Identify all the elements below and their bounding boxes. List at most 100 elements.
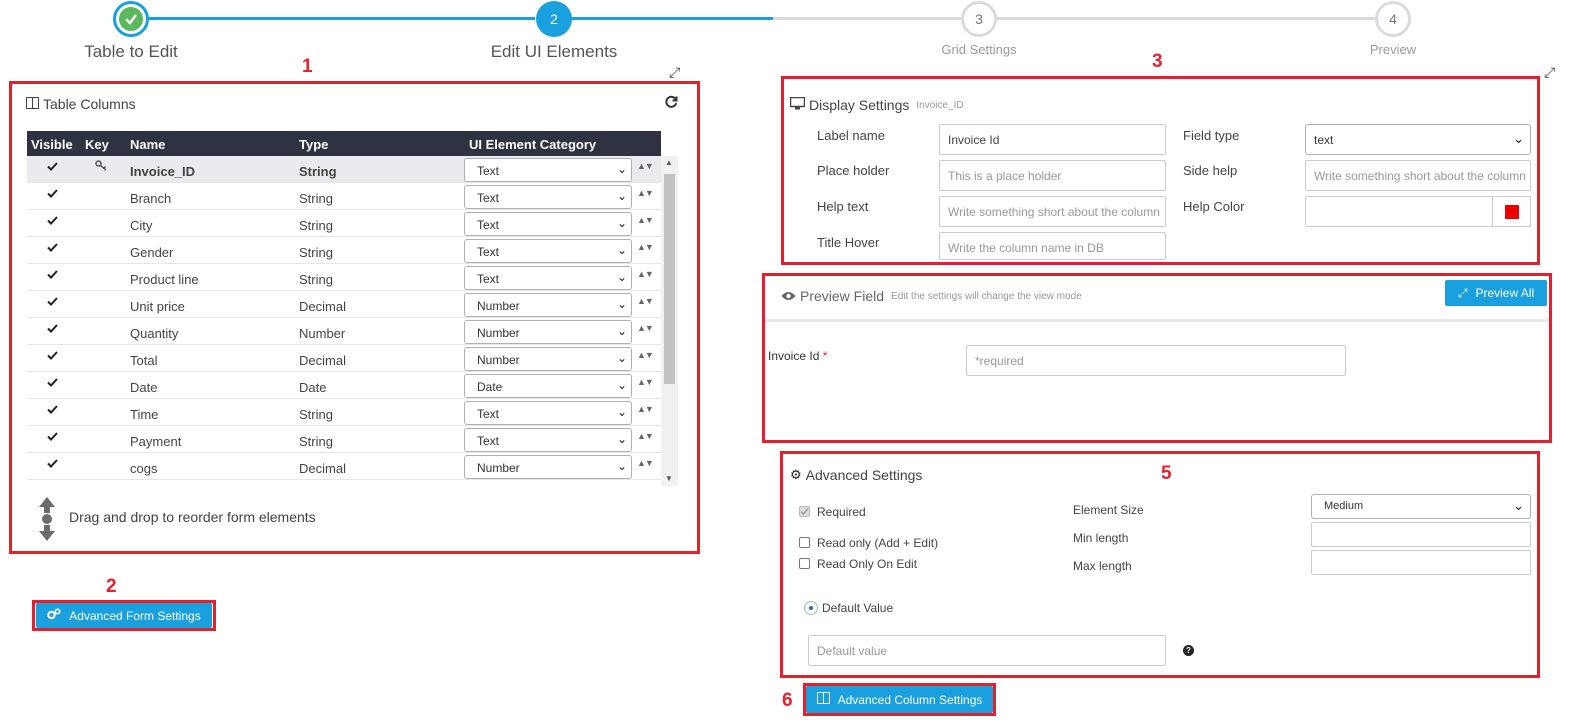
sort-arrows-icon[interactable]: ▲▼ [637, 431, 654, 441]
table-row[interactable]: Time String Text ⌄ ▲▼ [27, 399, 661, 426]
table-row[interactable]: Gender String Text ⌄ ▲▼ [27, 237, 661, 264]
ui-element-select[interactable]: Text ⌄ [464, 185, 632, 209]
step-connector [148, 17, 535, 20]
visible-check-icon[interactable] [47, 429, 58, 444]
min-length-input[interactable] [1311, 522, 1531, 547]
sort-arrows-icon[interactable]: ▲▼ [637, 296, 654, 306]
sort-arrows-icon[interactable]: ▲▼ [637, 188, 654, 198]
table-row[interactable]: cogs Decimal Number ⌄ ▲▼ [27, 453, 661, 480]
ui-element-select[interactable]: Date ⌄ [464, 374, 632, 398]
table-scrollbar[interactable]: ▲ ▼ [661, 156, 678, 486]
step-2-label[interactable]: Edit UI Elements [491, 42, 618, 62]
sort-arrows-icon[interactable]: ▲▼ [637, 215, 654, 225]
header-key[interactable]: Key [85, 137, 109, 152]
title-hover-label: Title Hover [817, 235, 880, 250]
sort-arrows-icon[interactable]: ▲▼ [637, 161, 654, 171]
ui-element-select[interactable]: Number ⌄ [464, 347, 632, 371]
header-ui-element-category[interactable]: UI Element Category [469, 137, 596, 152]
column-name: Date [130, 380, 158, 395]
scroll-down-icon[interactable]: ▼ [665, 474, 673, 483]
ui-element-select[interactable]: Text ⌄ [464, 212, 632, 236]
visible-check-icon[interactable] [47, 159, 58, 174]
ui-element-select[interactable]: Text ⌄ [464, 158, 632, 182]
ui-element-select[interactable]: Text ⌄ [464, 266, 632, 290]
field-type-select[interactable]: text ⌄ [1305, 124, 1531, 155]
step-4-label[interactable]: Preview [1370, 42, 1416, 57]
table-row[interactable]: Invoice_ID String Text ⌄ ▲▼ [27, 156, 661, 183]
table-row[interactable]: Total Decimal Number ⌄ ▲▼ [27, 345, 661, 372]
max-length-input[interactable] [1311, 550, 1531, 575]
step-1-label[interactable]: Table to Edit [84, 42, 178, 62]
visible-check-icon[interactable] [47, 240, 58, 255]
visible-check-icon[interactable] [47, 402, 58, 417]
default-value-radio[interactable] [804, 601, 818, 615]
help-text-input[interactable]: Write something short about the column [939, 196, 1166, 227]
visible-check-icon[interactable] [47, 348, 58, 363]
ui-element-select[interactable]: Text ⌄ [464, 239, 632, 263]
table-row[interactable]: Date Date Date ⌄ ▲▼ [27, 372, 661, 399]
ui-element-select[interactable]: Number ⌄ [464, 320, 632, 344]
sort-arrows-icon[interactable]: ▲▼ [637, 323, 654, 333]
visible-check-icon[interactable] [47, 186, 58, 201]
ui-element-select[interactable]: Text ⌄ [464, 401, 632, 425]
table-row[interactable]: Branch String Text ⌄ ▲▼ [27, 183, 661, 210]
advanced-form-settings-button[interactable]: Advanced Form Settings [36, 603, 212, 628]
header-type[interactable]: Type [299, 137, 328, 152]
advanced-column-settings-button[interactable]: Advanced Column Settings [806, 686, 993, 713]
refresh-icon[interactable] [664, 95, 678, 114]
visible-check-icon[interactable] [47, 321, 58, 336]
sort-arrows-icon[interactable]: ▲▼ [637, 377, 654, 387]
preview-field-header: Preview Field Edit the settings will cha… [781, 288, 1082, 304]
help-question-icon[interactable]: ? [1183, 645, 1194, 656]
table-row[interactable]: Product line String Text ⌄ ▲▼ [27, 264, 661, 291]
required-checkbox[interactable] [799, 506, 810, 517]
help-color-input[interactable] [1305, 196, 1493, 227]
ui-element-select[interactable]: Text ⌄ [464, 428, 632, 452]
step-4-circle[interactable]: 4 [1375, 1, 1411, 37]
step-1-circle[interactable] [113, 1, 149, 37]
key-icon[interactable] [95, 159, 108, 174]
element-size-select[interactable]: Medium ⌄ [1311, 494, 1531, 519]
header-name[interactable]: Name [130, 137, 165, 152]
sort-arrows-icon[interactable]: ▲▼ [637, 350, 654, 360]
side-help-input[interactable]: Write something short about the column [1305, 160, 1531, 191]
sort-arrows-icon[interactable]: ▲▼ [637, 269, 654, 279]
column-name: Invoice_ID [130, 164, 196, 179]
table-row[interactable]: City String Text ⌄ ▲▼ [27, 210, 661, 237]
chevron-down-icon: ⌄ [616, 405, 627, 419]
table-row[interactable]: Payment String Text ⌄ ▲▼ [27, 426, 661, 453]
step-3-label[interactable]: Grid Settings [941, 42, 1016, 57]
visible-check-icon[interactable] [47, 294, 58, 309]
table-row[interactable]: Quantity Number Number ⌄ ▲▼ [27, 318, 661, 345]
label-name-input[interactable]: Invoice Id [939, 124, 1166, 155]
visible-check-icon[interactable] [47, 375, 58, 390]
preview-invoice-id-input[interactable]: *required [966, 345, 1346, 376]
placeholder-input[interactable]: This is a place holder [939, 160, 1166, 191]
preview-all-button[interactable]: ⤢ Preview All [1445, 280, 1547, 306]
chevron-down-icon: ⌄ [616, 351, 627, 365]
read-only-checkbox[interactable] [799, 537, 810, 548]
title-hover-input[interactable]: Write the column name in DB [939, 232, 1166, 260]
read-only-on-edit-checkbox[interactable] [799, 558, 810, 569]
sort-arrows-icon[interactable]: ▲▼ [637, 242, 654, 252]
display-settings-subtitle: Invoice_ID [916, 99, 964, 111]
visible-check-icon[interactable] [47, 267, 58, 282]
default-value-input[interactable]: Default value [808, 635, 1166, 666]
header-visible[interactable]: Visible [31, 137, 73, 152]
visible-check-icon[interactable] [47, 456, 58, 471]
scrollbar-thumb[interactable] [664, 174, 675, 384]
step-2-circle[interactable]: 2 [536, 1, 572, 37]
ui-element-select[interactable]: Number ⌄ [464, 293, 632, 317]
expand-icon[interactable]: ⤢ [669, 64, 680, 81]
step-3-circle[interactable]: 3 [961, 1, 997, 37]
column-name: Gender [130, 245, 174, 260]
visible-check-icon[interactable] [47, 213, 58, 228]
advanced-settings-header: ⚙ Advanced Settings [790, 467, 922, 483]
expand-icon[interactable]: ⤢ [1544, 64, 1555, 81]
help-color-picker[interactable] [1492, 196, 1531, 227]
table-row[interactable]: Unit price Decimal Number ⌄ ▲▼ [27, 291, 661, 318]
ui-element-select[interactable]: Number ⌄ [464, 455, 632, 479]
scroll-up-icon[interactable]: ▲ [665, 158, 673, 167]
sort-arrows-icon[interactable]: ▲▼ [637, 458, 654, 468]
sort-arrows-icon[interactable]: ▲▼ [637, 404, 654, 414]
